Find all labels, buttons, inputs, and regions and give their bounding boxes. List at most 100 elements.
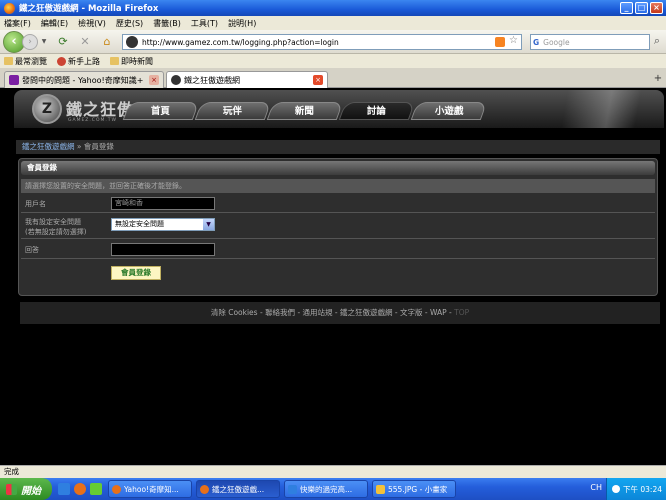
windows-flag-icon bbox=[6, 483, 17, 495]
window-controls: _ □ × bbox=[620, 2, 663, 14]
stop-icon[interactable]: ✕ bbox=[78, 35, 92, 49]
username-label: 用戶名 bbox=[25, 200, 46, 208]
search-magnifier-icon[interactable]: ⌕ bbox=[650, 34, 664, 48]
task-gamez[interactable]: 鐵之狂傲遊戲... bbox=[196, 480, 280, 498]
menu-history[interactable]: 歷史(S) bbox=[116, 18, 143, 29]
site-tab-news[interactable]: 新聞 bbox=[266, 102, 344, 120]
menu-view[interactable]: 檢視(V) bbox=[78, 18, 106, 29]
status-bar: 完成 bbox=[0, 465, 666, 478]
tab-gamez[interactable]: 鐵之狂傲遊戲網 × bbox=[166, 71, 328, 88]
menu-edit[interactable]: 編輯(E) bbox=[41, 18, 68, 29]
footer-link-home[interactable]: 鐵之狂傲遊戲網 bbox=[340, 308, 393, 317]
menu-help[interactable]: 說明(H) bbox=[228, 18, 256, 29]
maximize-button[interactable]: □ bbox=[635, 2, 648, 14]
task-label: 555.JPG - 小畫家 bbox=[388, 484, 448, 494]
minimize-button[interactable]: _ bbox=[620, 2, 633, 14]
menu-bookmarks[interactable]: 書籤(B) bbox=[153, 18, 181, 29]
tab-label: 發問中的問題 - Yahoo!奇摩知識+ bbox=[22, 75, 144, 85]
answer-input[interactable] bbox=[111, 243, 215, 256]
dropdown-arrow-icon[interactable]: ▼ bbox=[40, 35, 48, 49]
new-tab-icon[interactable]: + bbox=[652, 73, 664, 85]
bookmark-latest-news[interactable]: 即時新聞 bbox=[110, 56, 153, 67]
paint-task-icon bbox=[376, 484, 385, 494]
footer-link-clear-cookies[interactable]: 清除 Cookies bbox=[211, 308, 258, 317]
site-logo-icon[interactable]: Z bbox=[32, 94, 62, 124]
bookmark-most-visited[interactable]: 最常瀏覽 bbox=[4, 56, 47, 67]
footer-link-wap[interactable]: WAP bbox=[430, 308, 447, 317]
breadcrumb-current: 會員登錄 bbox=[83, 142, 114, 151]
home-icon[interactable]: ⌂ bbox=[100, 35, 114, 49]
submit-row: 會員登錄 bbox=[21, 261, 655, 285]
select-value: 無設定安全問題 bbox=[115, 220, 164, 228]
tab-yahoo-answers[interactable]: 發問中的問題 - Yahoo!奇摩知識+ × bbox=[4, 71, 164, 88]
breadcrumb-separator: » bbox=[74, 142, 84, 151]
footer-link-text-version[interactable]: 文字版 bbox=[400, 308, 423, 317]
yahoo-icon bbox=[9, 75, 19, 85]
bookmark-star-icon[interactable]: ☆ bbox=[509, 35, 518, 46]
footer-separator: - bbox=[392, 308, 401, 317]
login-submit-button[interactable]: 會員登錄 bbox=[111, 266, 161, 280]
address-bar[interactable]: http://www.gamez.com.tw/logging.php?acti… bbox=[122, 34, 522, 50]
menu-tools[interactable]: 工具(T) bbox=[191, 18, 218, 29]
footer-separator: - bbox=[332, 308, 341, 317]
firefox-quick-icon[interactable] bbox=[74, 483, 86, 495]
security-question-label: 我有設定安全問題 bbox=[25, 218, 81, 226]
site-logo-subtext: GAMEZ.COM.TW bbox=[68, 118, 117, 123]
browser-tabs: 發問中的問題 - Yahoo!奇摩知識+ × 鐵之狂傲遊戲網 × + bbox=[0, 68, 666, 88]
url-text: http://www.gamez.com.tw/logging.php?acti… bbox=[142, 37, 339, 47]
site-tab-label: 首頁 bbox=[151, 106, 171, 117]
username-input[interactable]: 宮崎和香 bbox=[111, 197, 215, 210]
close-button[interactable]: × bbox=[650, 2, 663, 14]
panel-title: 會員登錄 bbox=[21, 161, 655, 175]
ie-icon[interactable] bbox=[58, 483, 70, 495]
task-blog[interactable]: 快樂的過完高... bbox=[284, 480, 368, 498]
task-label: 鐵之狂傲遊戲... bbox=[212, 484, 265, 494]
breadcrumb-home-link[interactable]: 鐵之狂傲遊戲網 bbox=[22, 142, 75, 151]
username-row: 用戶名 宮崎和香 bbox=[21, 195, 655, 213]
google-icon[interactable]: G bbox=[533, 38, 539, 47]
start-button[interactable]: 開始 bbox=[0, 478, 52, 500]
rss-icon[interactable] bbox=[495, 37, 505, 47]
firefox-bookmark-icon bbox=[57, 56, 66, 66]
site-tab-home[interactable]: 首頁 bbox=[122, 102, 200, 120]
site-favicon bbox=[126, 36, 138, 48]
media-icon[interactable] bbox=[90, 483, 102, 495]
task-yahoo[interactable]: Yahoo!奇摩知... bbox=[108, 480, 192, 498]
tab-close-icon[interactable]: × bbox=[149, 75, 159, 85]
tab-label: 鐵之狂傲遊戲網 bbox=[184, 75, 240, 85]
clock[interactable]: 下午 03:24 bbox=[623, 484, 662, 495]
task-paint[interactable]: 555.JPG - 小畫家 bbox=[372, 480, 456, 498]
site-tab-minigames[interactable]: 小遊戲 bbox=[410, 102, 488, 120]
task-label: Yahoo!奇摩知... bbox=[124, 484, 179, 494]
footer-link-top[interactable]: TOP bbox=[454, 308, 469, 317]
page-content: Z 鐵之狂傲 GAMEZ.COM.TW 首頁 玩伴 新聞 討論 小遊戲 鐵之狂傲… bbox=[0, 88, 666, 465]
bookmark-getting-started[interactable]: 新手上路 bbox=[57, 56, 100, 67]
site-nav: 首頁 玩伴 新聞 討論 小遊戲 bbox=[122, 102, 488, 122]
security-question-select[interactable]: 無設定安全問題 ▼ bbox=[111, 218, 215, 231]
reload-icon[interactable]: ⟳ bbox=[56, 35, 70, 49]
chevron-down-icon[interactable]: ▼ bbox=[203, 219, 214, 230]
security-question-row: 我有設定安全問題 (若無設定請勿選擇) 無設定安全問題 ▼ bbox=[21, 215, 655, 239]
system-tray: 下午 03:24 bbox=[606, 478, 666, 500]
ime-indicator[interactable]: CH bbox=[590, 483, 602, 492]
footer-link-rules[interactable]: 通用站規 bbox=[303, 308, 333, 317]
login-hint: 請選擇您設置的安全問題，並回答正確後才能登錄。 bbox=[21, 179, 655, 193]
forward-button[interactable]: › bbox=[22, 33, 38, 50]
search-box[interactable]: G Google bbox=[530, 34, 650, 50]
tab-close-icon[interactable]: × bbox=[313, 75, 323, 85]
security-question-sublabel: (若無設定請勿選擇) bbox=[25, 228, 87, 236]
site-tab-label: 玩伴 bbox=[223, 106, 243, 117]
footer-link-contact[interactable]: 聯絡我們 bbox=[265, 308, 295, 317]
menu-file[interactable]: 檔案(F) bbox=[4, 18, 31, 29]
site-tab-label: 新聞 bbox=[295, 106, 315, 117]
site-tab-partners[interactable]: 玩伴 bbox=[194, 102, 272, 120]
answer-row: 回答 bbox=[21, 241, 655, 259]
task-label: 快樂的過完高... bbox=[300, 484, 353, 494]
tray-icon[interactable] bbox=[612, 485, 620, 493]
bookmarks-toolbar: 最常瀏覽 新手上路 即時新聞 bbox=[0, 54, 666, 68]
site-footer: 清除 Cookies - 聯絡我們 - 通用站規 - 鐵之狂傲遊戲網 - 文字版… bbox=[20, 302, 660, 324]
site-tab-forum[interactable]: 討論 bbox=[338, 102, 416, 120]
bookmark-label: 最常瀏覽 bbox=[15, 56, 47, 66]
start-label: 開始 bbox=[21, 485, 41, 497]
footer-separator: - bbox=[422, 308, 430, 317]
